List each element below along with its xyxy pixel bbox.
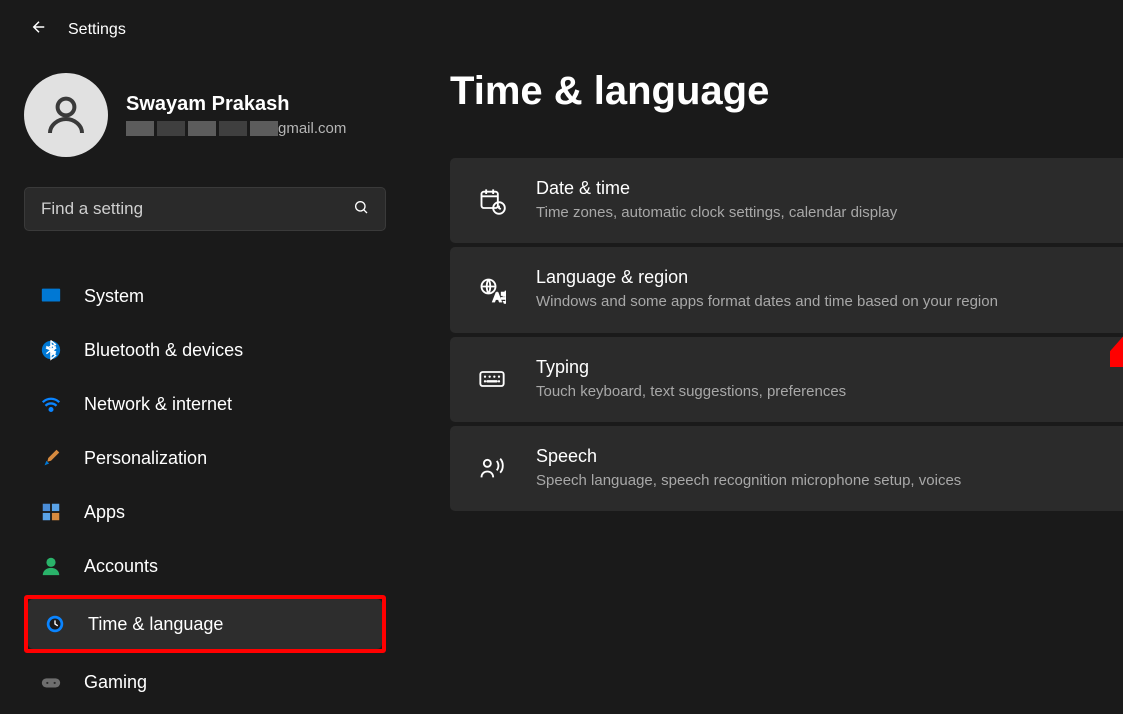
annotation-highlight: Time & language [24, 595, 386, 653]
sidebar-item-label: Accounts [84, 556, 158, 577]
person-icon [40, 555, 62, 577]
sidebar-item-gaming[interactable]: Gaming [24, 657, 386, 707]
calendar-clock-icon [478, 187, 506, 215]
back-button[interactable] [30, 18, 48, 41]
card-title: Typing [536, 357, 846, 378]
gamepad-icon [40, 671, 62, 693]
sidebar-item-label: Gaming [84, 672, 147, 693]
sidebar-item-time-language[interactable]: Time & language [28, 599, 382, 649]
card-typing[interactable]: Typing Touch keyboard, text suggestions,… [450, 337, 1123, 422]
profile-name: Swayam Prakash [126, 93, 346, 116]
monitor-icon [40, 285, 62, 307]
apps-icon [40, 501, 62, 523]
app-header: Settings [0, 0, 1123, 59]
bluetooth-icon [40, 339, 62, 361]
sidebar-item-label: Bluetooth & devices [84, 340, 243, 361]
sidebar-item-personalization[interactable]: Personalization [24, 433, 386, 483]
avatar [24, 73, 108, 157]
sidebar-nav: System Bluetooth & devices Network & int… [24, 271, 386, 707]
email-redacted [126, 121, 278, 136]
wifi-icon [40, 393, 62, 415]
email-suffix: gmail.com [278, 120, 346, 137]
profile-block[interactable]: Swayam Prakash gmail.com [24, 73, 386, 157]
card-desc: Touch keyboard, text suggestions, prefer… [536, 382, 846, 402]
sidebar-item-label: Personalization [84, 448, 207, 469]
card-desc: Speech language, speech recognition micr… [536, 471, 961, 491]
sidebar-item-apps[interactable]: Apps [24, 487, 386, 537]
keyboard-icon [478, 365, 506, 393]
sidebar-item-system[interactable]: System [24, 271, 386, 321]
card-title: Speech [536, 446, 961, 467]
sidebar-item-label: Apps [84, 502, 125, 523]
profile-email: gmail.com [126, 120, 346, 137]
card-language-region[interactable]: A字 Language & region Windows and some ap… [450, 247, 1123, 332]
sidebar-item-label: Time & language [88, 614, 223, 635]
sidebar-item-network[interactable]: Network & internet [24, 379, 386, 429]
card-desc: Time zones, automatic clock settings, ca… [536, 203, 897, 223]
card-speech[interactable]: Speech Speech language, speech recogniti… [450, 426, 1123, 511]
search-box[interactable] [24, 187, 386, 231]
globe-translate-icon: A字 [478, 276, 506, 304]
profile-info: Swayam Prakash gmail.com [126, 93, 346, 137]
sidebar-item-bluetooth[interactable]: Bluetooth & devices [24, 325, 386, 375]
app-title: Settings [68, 21, 126, 39]
search-icon [353, 199, 369, 220]
sidebar-item-label: Network & internet [84, 394, 232, 415]
speech-icon [478, 454, 506, 482]
main-content: Time & language Date & time Time zones, … [410, 59, 1123, 714]
card-date-time[interactable]: Date & time Time zones, automatic clock … [450, 158, 1123, 243]
sidebar: Swayam Prakash gmail.com System [0, 59, 410, 714]
svg-text:A字: A字 [493, 291, 506, 304]
sidebar-item-accounts[interactable]: Accounts [24, 541, 386, 591]
clock-globe-icon [44, 613, 66, 635]
settings-list: Date & time Time zones, automatic clock … [450, 158, 1123, 511]
search-input[interactable] [41, 199, 353, 219]
sidebar-item-label: System [84, 286, 144, 307]
card-title: Date & time [536, 178, 897, 199]
card-desc: Windows and some apps format dates and t… [536, 292, 998, 312]
page-title: Time & language [450, 69, 1123, 114]
card-title: Language & region [536, 267, 998, 288]
brush-icon [40, 447, 62, 469]
